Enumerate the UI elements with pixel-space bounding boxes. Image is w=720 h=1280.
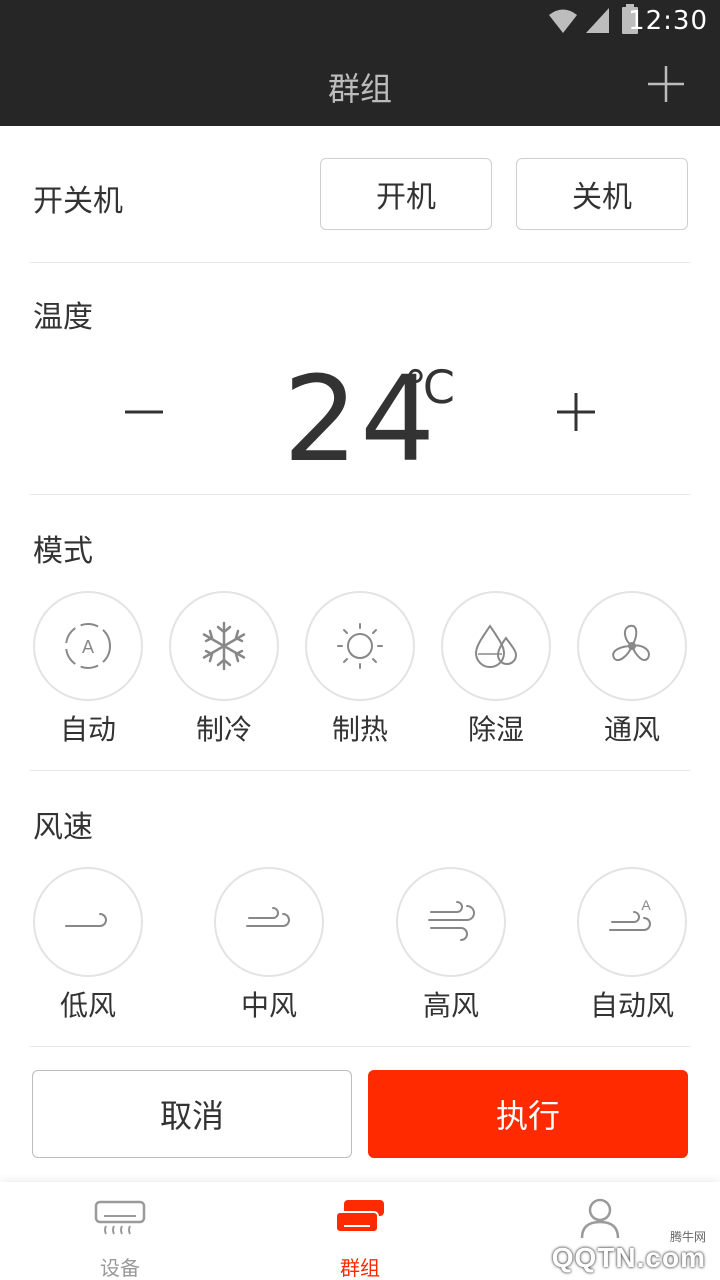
tab-devices[interactable]: 设备: [50, 1182, 190, 1280]
mode-label: 模式: [33, 534, 93, 569]
mode-heat-button[interactable]: [305, 591, 415, 701]
mode-fan-label: 通风: [603, 713, 660, 746]
fan-medium-button[interactable]: [214, 867, 324, 977]
wind-auto-icon: A: [609, 897, 651, 931]
cancel-button[interactable]: 取消: [32, 1070, 352, 1158]
plus-icon[interactable]: [556, 392, 596, 432]
fan-icon: [612, 624, 650, 662]
page-title: 群组: [327, 70, 392, 108]
watermark: 腾牛网 QQTN.com: [512, 1228, 712, 1280]
fan-auto-label: 自动风: [589, 989, 674, 1022]
divider: [30, 494, 690, 495]
power-off-button[interactable]: 关机: [516, 158, 688, 230]
power-on-button[interactable]: 开机: [320, 158, 492, 230]
fan-speed-label: 风速: [33, 810, 93, 845]
mode-auto-button[interactable]: A: [33, 591, 143, 701]
mode-auto-label: 自动: [59, 713, 116, 746]
tab-group[interactable]: 群组: [290, 1182, 430, 1280]
mode-cool-button[interactable]: [169, 591, 279, 701]
add-icon[interactable]: [646, 64, 686, 104]
group-icon: [335, 1200, 384, 1233]
temperature-label: 温度: [33, 300, 93, 335]
divider: [30, 262, 690, 263]
air-conditioner-icon: [94, 1200, 146, 1235]
mode-dry-button[interactable]: [441, 591, 551, 701]
mode-heat-label: 制热: [331, 713, 388, 746]
snowflake-icon: [202, 621, 246, 671]
tab-group-label: 群组: [340, 1256, 380, 1280]
water-drops-icon: [474, 624, 518, 668]
status-bar: 12:30: [0, 0, 720, 42]
fan-low-button[interactable]: [33, 867, 143, 977]
execute-button[interactable]: 执行: [368, 1070, 688, 1158]
power-label: 开关机: [33, 184, 123, 219]
fan-medium-label: 中风: [240, 989, 297, 1022]
watermark-logo-text: QQTN.com: [551, 1242, 706, 1273]
wind-high-icon: [428, 901, 475, 941]
fan-auto-button[interactable]: A: [577, 867, 687, 977]
sun-icon: [337, 623, 383, 669]
fan-low-label: 低风: [59, 989, 116, 1022]
mode-dry-label: 除湿: [467, 713, 524, 746]
signal-icon: [586, 8, 609, 33]
status-time: 12:30: [628, 6, 708, 36]
temperature-unit: ℃: [404, 360, 456, 414]
divider: [30, 1046, 690, 1047]
app-bar: 群组: [0, 42, 720, 126]
wind-medium-icon: [246, 907, 290, 927]
wifi-icon: [549, 9, 577, 33]
svg-text:A: A: [641, 897, 651, 913]
divider: [30, 770, 690, 771]
minus-icon[interactable]: [124, 392, 164, 432]
svg-text:A: A: [82, 637, 94, 657]
mode-cool-label: 制冷: [195, 713, 252, 746]
fan-high-button[interactable]: [396, 867, 506, 977]
fan-high-label: 高风: [422, 989, 479, 1022]
mode-fan-button[interactable]: [577, 591, 687, 701]
tab-devices-label: 设备: [100, 1256, 140, 1280]
auto-mode-icon: A: [65, 623, 111, 669]
wind-low-icon: [65, 913, 107, 927]
